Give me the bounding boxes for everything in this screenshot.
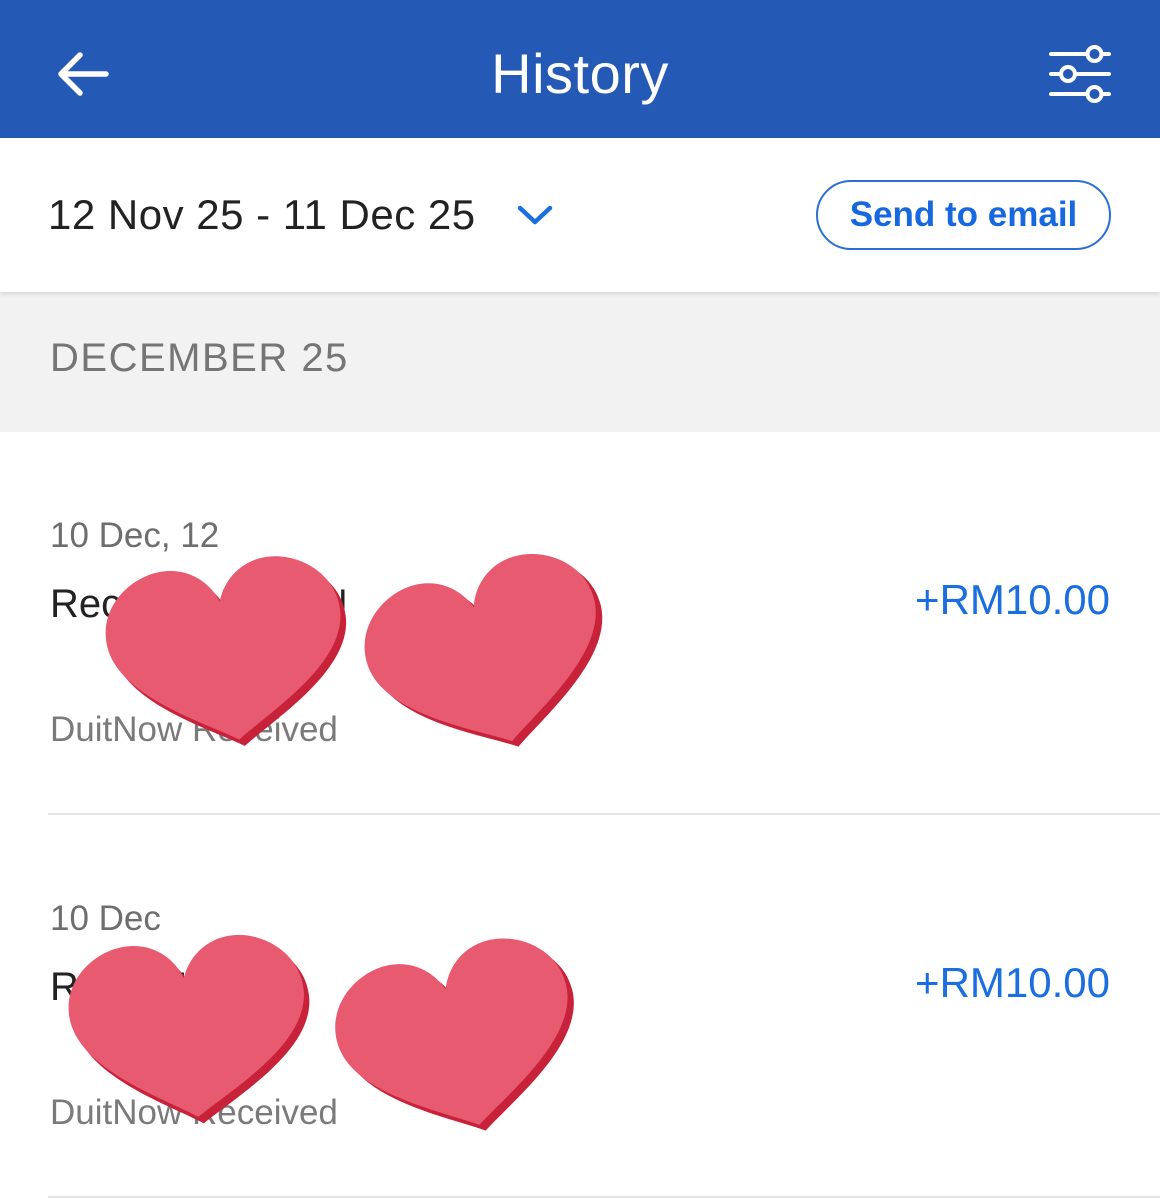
transaction-type: DuitNow Received <box>50 710 338 749</box>
filter-button[interactable] <box>1042 38 1118 110</box>
date-range-label: 12 Nov 25 - 11 Dec 25 <box>48 191 476 238</box>
date-range-selector[interactable]: 12 Nov 25 - 11 Dec 25 <box>48 182 554 248</box>
transaction-type: DuitNow Received <box>50 1093 338 1132</box>
transaction-amount: +RM10.00 <box>915 576 1110 623</box>
date-range-bar: 12 Nov 25 - 11 Dec 25 Send to email <box>0 138 1160 292</box>
chevron-down-icon <box>516 203 554 227</box>
send-to-email-button[interactable]: Send to email <box>816 180 1111 250</box>
sliders-icon <box>1049 45 1111 103</box>
transaction-row[interactable]: 10 Dec, 12 Rec NU H BIN N DuitNow Receiv… <box>0 432 1160 815</box>
month-label: DECEMBER 25 <box>50 336 349 380</box>
app-header: History <box>0 0 1160 138</box>
page-title: History <box>491 42 669 105</box>
transaction-time: 10 Dec, 12 <box>50 516 220 555</box>
transaction-list: 10 Dec, 12 Rec NU H BIN N DuitNow Receiv… <box>0 432 1160 1198</box>
transaction-time: 10 Dec <box>50 899 161 938</box>
transaction-row[interactable]: 10 Dec R n S FIT SA DuitNow Received +RM… <box>0 815 1160 1198</box>
transaction-description: R n S FIT SA <box>50 965 285 1009</box>
transaction-description: Rec NU H BIN N <box>50 582 348 626</box>
transaction-amount: +RM10.00 <box>915 959 1110 1006</box>
history-screen: History 12 Nov 25 - 11 Dec 25 Send to em… <box>0 0 1160 1200</box>
row-divider <box>48 1196 1160 1198</box>
month-section-header: DECEMBER 25 <box>0 292 1160 432</box>
